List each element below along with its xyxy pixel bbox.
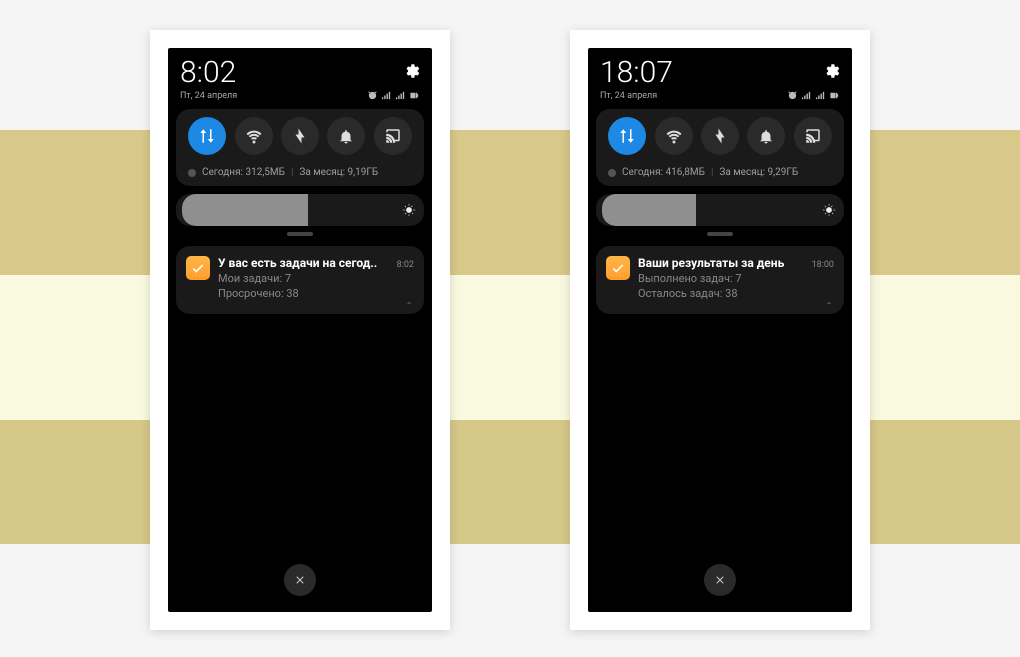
brightness-slider[interactable]	[176, 194, 424, 226]
signal-icon	[381, 90, 392, 101]
data-icon	[198, 127, 216, 145]
signal-icon	[801, 90, 812, 101]
brightness-high-icon	[822, 203, 836, 217]
cast-toggle[interactable]	[794, 117, 832, 155]
check-icon	[191, 261, 205, 275]
chevron-down-icon[interactable]	[404, 298, 414, 308]
status-icons	[787, 90, 840, 101]
flashlight-toggle[interactable]	[281, 117, 319, 155]
settings-icon[interactable]	[402, 62, 420, 80]
brightness-slider[interactable]	[596, 194, 844, 226]
date-label: Пт, 24 апреля	[600, 91, 657, 101]
flashlight-icon	[711, 127, 729, 145]
wifi-icon	[245, 127, 263, 145]
settings-icon[interactable]	[822, 62, 840, 80]
quick-settings: Сегодня: 312,5МБ | За месяц: 9,19ГБ	[176, 109, 424, 186]
date-label: Пт, 24 апреля	[180, 91, 237, 101]
notification-title: Ваши результаты за день	[638, 256, 784, 270]
chevron-down-icon[interactable]	[824, 298, 834, 308]
notification-time: 18:00	[812, 260, 834, 270]
data-month: За месяц: 9,19ГБ	[299, 167, 378, 178]
data-today: Сегодня: 312,5МБ	[202, 167, 285, 178]
notification-card[interactable]: Ваши результаты за день 18:00 Выполнено …	[596, 246, 844, 314]
flashlight-toggle[interactable]	[701, 117, 739, 155]
clock: 8:02	[180, 58, 236, 88]
bell-icon	[337, 127, 355, 145]
clear-all-button[interactable]	[704, 564, 736, 596]
brightness-high-icon	[402, 203, 416, 217]
dnd-toggle[interactable]	[747, 117, 785, 155]
check-icon	[611, 261, 625, 275]
battery-icon	[829, 90, 840, 101]
app-icon	[186, 256, 210, 280]
data-month: За месяц: 9,29ГБ	[719, 167, 798, 178]
notification-line: Осталось задач: 38	[638, 287, 834, 300]
alarm-icon	[787, 90, 798, 101]
signal-icon	[395, 90, 406, 101]
divider: |	[291, 167, 293, 178]
app-icon	[606, 256, 630, 280]
close-icon	[714, 574, 726, 586]
close-icon	[294, 574, 306, 586]
usage-dot-icon	[188, 169, 196, 177]
alarm-icon	[367, 90, 378, 101]
notification-line: Выполнено задач: 7	[638, 272, 834, 285]
bell-icon	[757, 127, 775, 145]
screenshot-right: 18:07 Пт, 24 апреля	[570, 30, 870, 630]
screenshot-left: 8:02 Пт, 24 апреля	[150, 30, 450, 630]
wifi-icon	[665, 127, 683, 145]
wifi-toggle[interactable]	[655, 117, 693, 155]
notification-card[interactable]: У вас есть задачи на сегод.. 8:02 Мои за…	[176, 246, 424, 314]
panel-drag-handle[interactable]	[287, 232, 313, 236]
clear-all-button[interactable]	[284, 564, 316, 596]
battery-icon	[409, 90, 420, 101]
cast-toggle[interactable]	[374, 117, 412, 155]
quick-settings: Сегодня: 416,8МБ | За месяц: 9,29ГБ	[596, 109, 844, 186]
status-icons	[367, 90, 420, 101]
signal-icon	[815, 90, 826, 101]
notification-title: У вас есть задачи на сегод..	[218, 256, 377, 270]
clock: 18:07	[600, 58, 673, 88]
notification-line: Просрочено: 38	[218, 287, 414, 300]
notification-line: Мои задачи: 7	[218, 272, 414, 285]
data-icon	[618, 127, 636, 145]
divider: |	[711, 167, 713, 178]
dnd-toggle[interactable]	[327, 117, 365, 155]
cast-icon	[384, 127, 402, 145]
wifi-toggle[interactable]	[235, 117, 273, 155]
data-today: Сегодня: 416,8МБ	[622, 167, 705, 178]
notification-time: 8:02	[397, 260, 414, 270]
mobile-data-toggle[interactable]	[188, 117, 226, 155]
cast-icon	[804, 127, 822, 145]
usage-dot-icon	[608, 169, 616, 177]
panel-drag-handle[interactable]	[707, 232, 733, 236]
flashlight-icon	[291, 127, 309, 145]
mobile-data-toggle[interactable]	[608, 117, 646, 155]
